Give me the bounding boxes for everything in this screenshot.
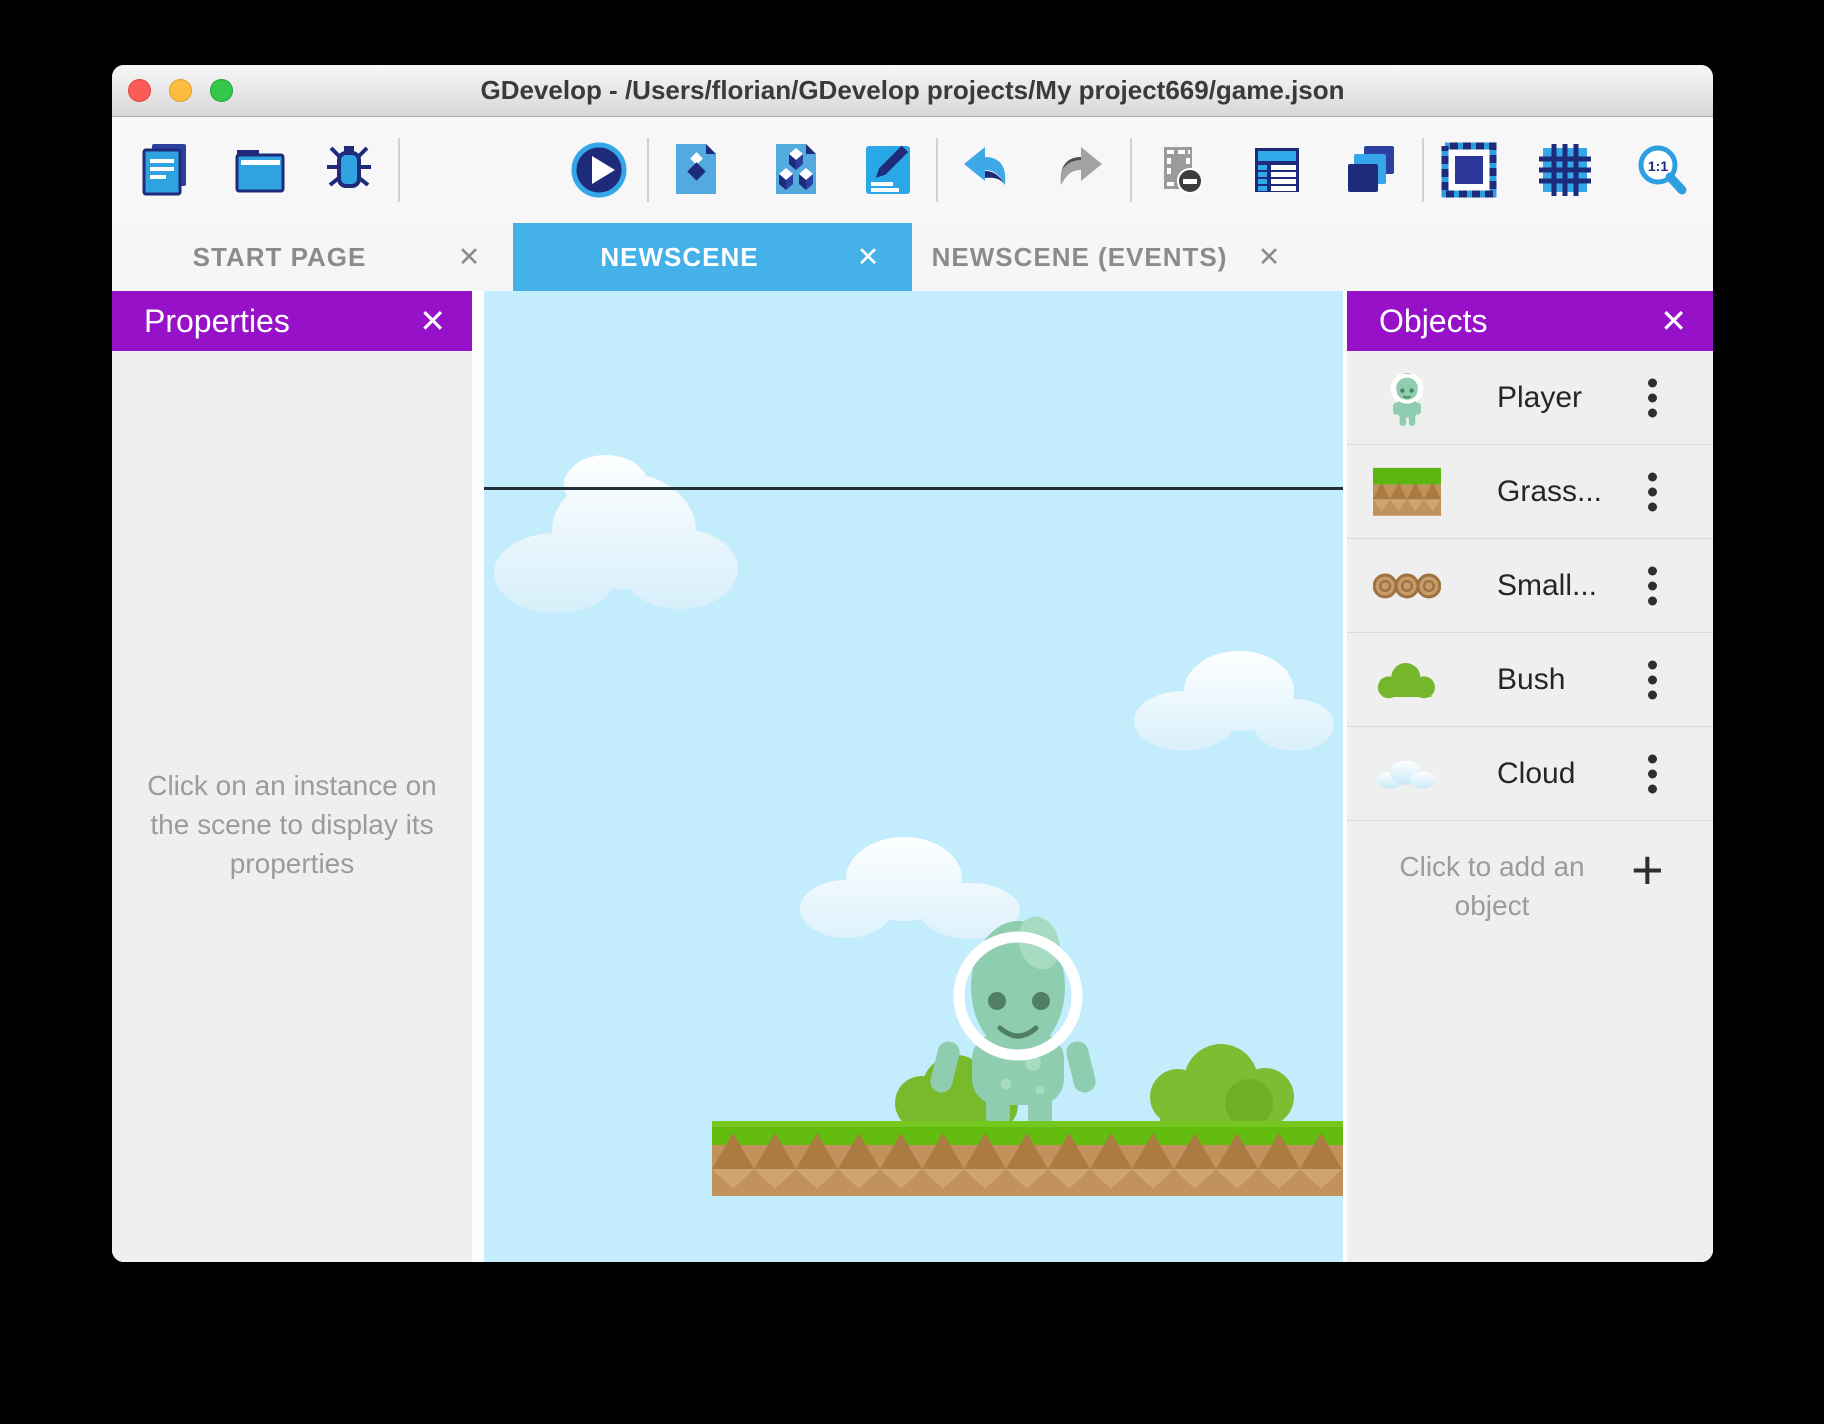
close-tab-icon[interactable]: ✕ xyxy=(447,242,491,273)
toolbar-separator xyxy=(1130,138,1132,202)
properties-panel-title: Properties xyxy=(144,303,419,340)
grid-icon[interactable] xyxy=(1535,140,1595,200)
object-label: Small... xyxy=(1497,569,1597,603)
object-label: Bush xyxy=(1497,663,1565,697)
kebab-menu-icon[interactable] xyxy=(1648,472,1657,511)
toolbar-separator xyxy=(936,138,938,202)
objects-editor-icon[interactable] xyxy=(766,140,826,200)
gdevelop-window: GDevelop - /Users/florian/GDevelop proje… xyxy=(112,65,1713,1262)
cloud-icon xyxy=(1373,755,1441,791)
objects-panel: Objects ✕ Player Grass... xyxy=(1347,291,1713,1262)
tab-bar: START PAGE ✕ NEWSCENE ✕ NEWSCENE (EVENTS… xyxy=(112,223,1713,291)
debugger-icon[interactable] xyxy=(321,140,381,200)
open-project-icon[interactable] xyxy=(231,140,291,200)
add-object-row[interactable]: Click to add an object + xyxy=(1347,821,1713,953)
play-icon[interactable] xyxy=(569,140,629,200)
object-row-small[interactable]: Small... xyxy=(1347,539,1713,633)
scene-canvas[interactable] xyxy=(484,291,1343,1262)
object-label: Cloud xyxy=(1497,757,1575,791)
kebab-menu-icon[interactable] xyxy=(1648,754,1657,793)
undo-icon[interactable] xyxy=(956,140,1016,200)
kebab-menu-icon[interactable] xyxy=(1648,660,1657,699)
object-row-grass[interactable]: Grass... xyxy=(1347,445,1713,539)
wood-logs-icon xyxy=(1373,571,1441,600)
objects-panel-title: Objects xyxy=(1379,303,1660,340)
kebab-menu-icon[interactable] xyxy=(1648,378,1657,417)
delete-instances-icon[interactable] xyxy=(1151,140,1211,200)
scene-render xyxy=(484,291,1343,1262)
cloud-instance-2[interactable] xyxy=(1134,651,1334,751)
cloud-instance-1[interactable] xyxy=(494,455,738,613)
plus-icon[interactable]: + xyxy=(1631,837,1664,902)
title-bar: GDevelop - /Users/florian/GDevelop proje… xyxy=(112,65,1713,117)
layers-icon[interactable] xyxy=(1342,140,1402,200)
properties-panel-header: Properties ✕ xyxy=(112,291,472,351)
object-label: Player xyxy=(1497,381,1582,415)
close-tab-icon[interactable]: ✕ xyxy=(846,242,890,273)
events-editor-icon[interactable] xyxy=(858,140,918,200)
close-icon[interactable]: ✕ xyxy=(1660,305,1687,337)
svg-text:1:1: 1:1 xyxy=(1648,158,1668,174)
player-avatar-icon xyxy=(1381,367,1433,428)
toolbar-separator xyxy=(398,138,400,202)
object-row-cloud[interactable]: Cloud xyxy=(1347,727,1713,821)
redo-icon[interactable] xyxy=(1050,140,1110,200)
tab-start-page[interactable]: START PAGE ✕ xyxy=(112,223,513,291)
object-row-bush[interactable]: Bush xyxy=(1347,633,1713,727)
properties-panel: Properties ✕ Click on an instance on the… xyxy=(112,291,472,1262)
toolbar-separator xyxy=(1422,138,1424,202)
tab-newscene-events[interactable]: NEWSCENE (EVENTS) ✕ xyxy=(912,223,1313,291)
window-title: GDevelop - /Users/florian/GDevelop proje… xyxy=(112,65,1713,116)
instances-list-icon[interactable] xyxy=(1247,140,1307,200)
toolbar: 1:1 xyxy=(112,117,1713,223)
scene-border-line xyxy=(484,487,1343,490)
grass-platform-instance[interactable] xyxy=(712,1121,1343,1196)
object-row-player[interactable]: Player xyxy=(1347,351,1713,445)
tab-newscene[interactable]: NEWSCENE ✕ xyxy=(513,223,912,291)
bush-icon xyxy=(1373,660,1441,699)
main-content: Properties ✕ Click on an instance on the… xyxy=(112,291,1713,1262)
close-tab-icon[interactable]: ✕ xyxy=(1247,242,1291,273)
grass-platform-icon xyxy=(1373,467,1441,516)
scene-editor-icon[interactable] xyxy=(666,140,726,200)
objects-panel-header: Objects ✕ xyxy=(1347,291,1713,351)
add-object-label: Click to add an object xyxy=(1375,847,1609,925)
cloud-instance-3[interactable] xyxy=(800,837,1020,939)
screenshot-background: GDevelop - /Users/florian/GDevelop proje… xyxy=(0,0,1824,1424)
bush-instance-2[interactable] xyxy=(1150,1044,1294,1127)
close-icon[interactable]: ✕ xyxy=(419,305,446,337)
toolbar-separator xyxy=(647,138,649,202)
properties-empty-message: Click on an instance on the scene to dis… xyxy=(134,766,450,883)
window-mask-icon[interactable] xyxy=(1439,140,1499,200)
project-manager-icon[interactable] xyxy=(136,140,196,200)
object-label: Grass... xyxy=(1497,475,1602,509)
kebab-menu-icon[interactable] xyxy=(1648,566,1657,605)
zoom-1-1-icon[interactable]: 1:1 xyxy=(1632,140,1692,200)
